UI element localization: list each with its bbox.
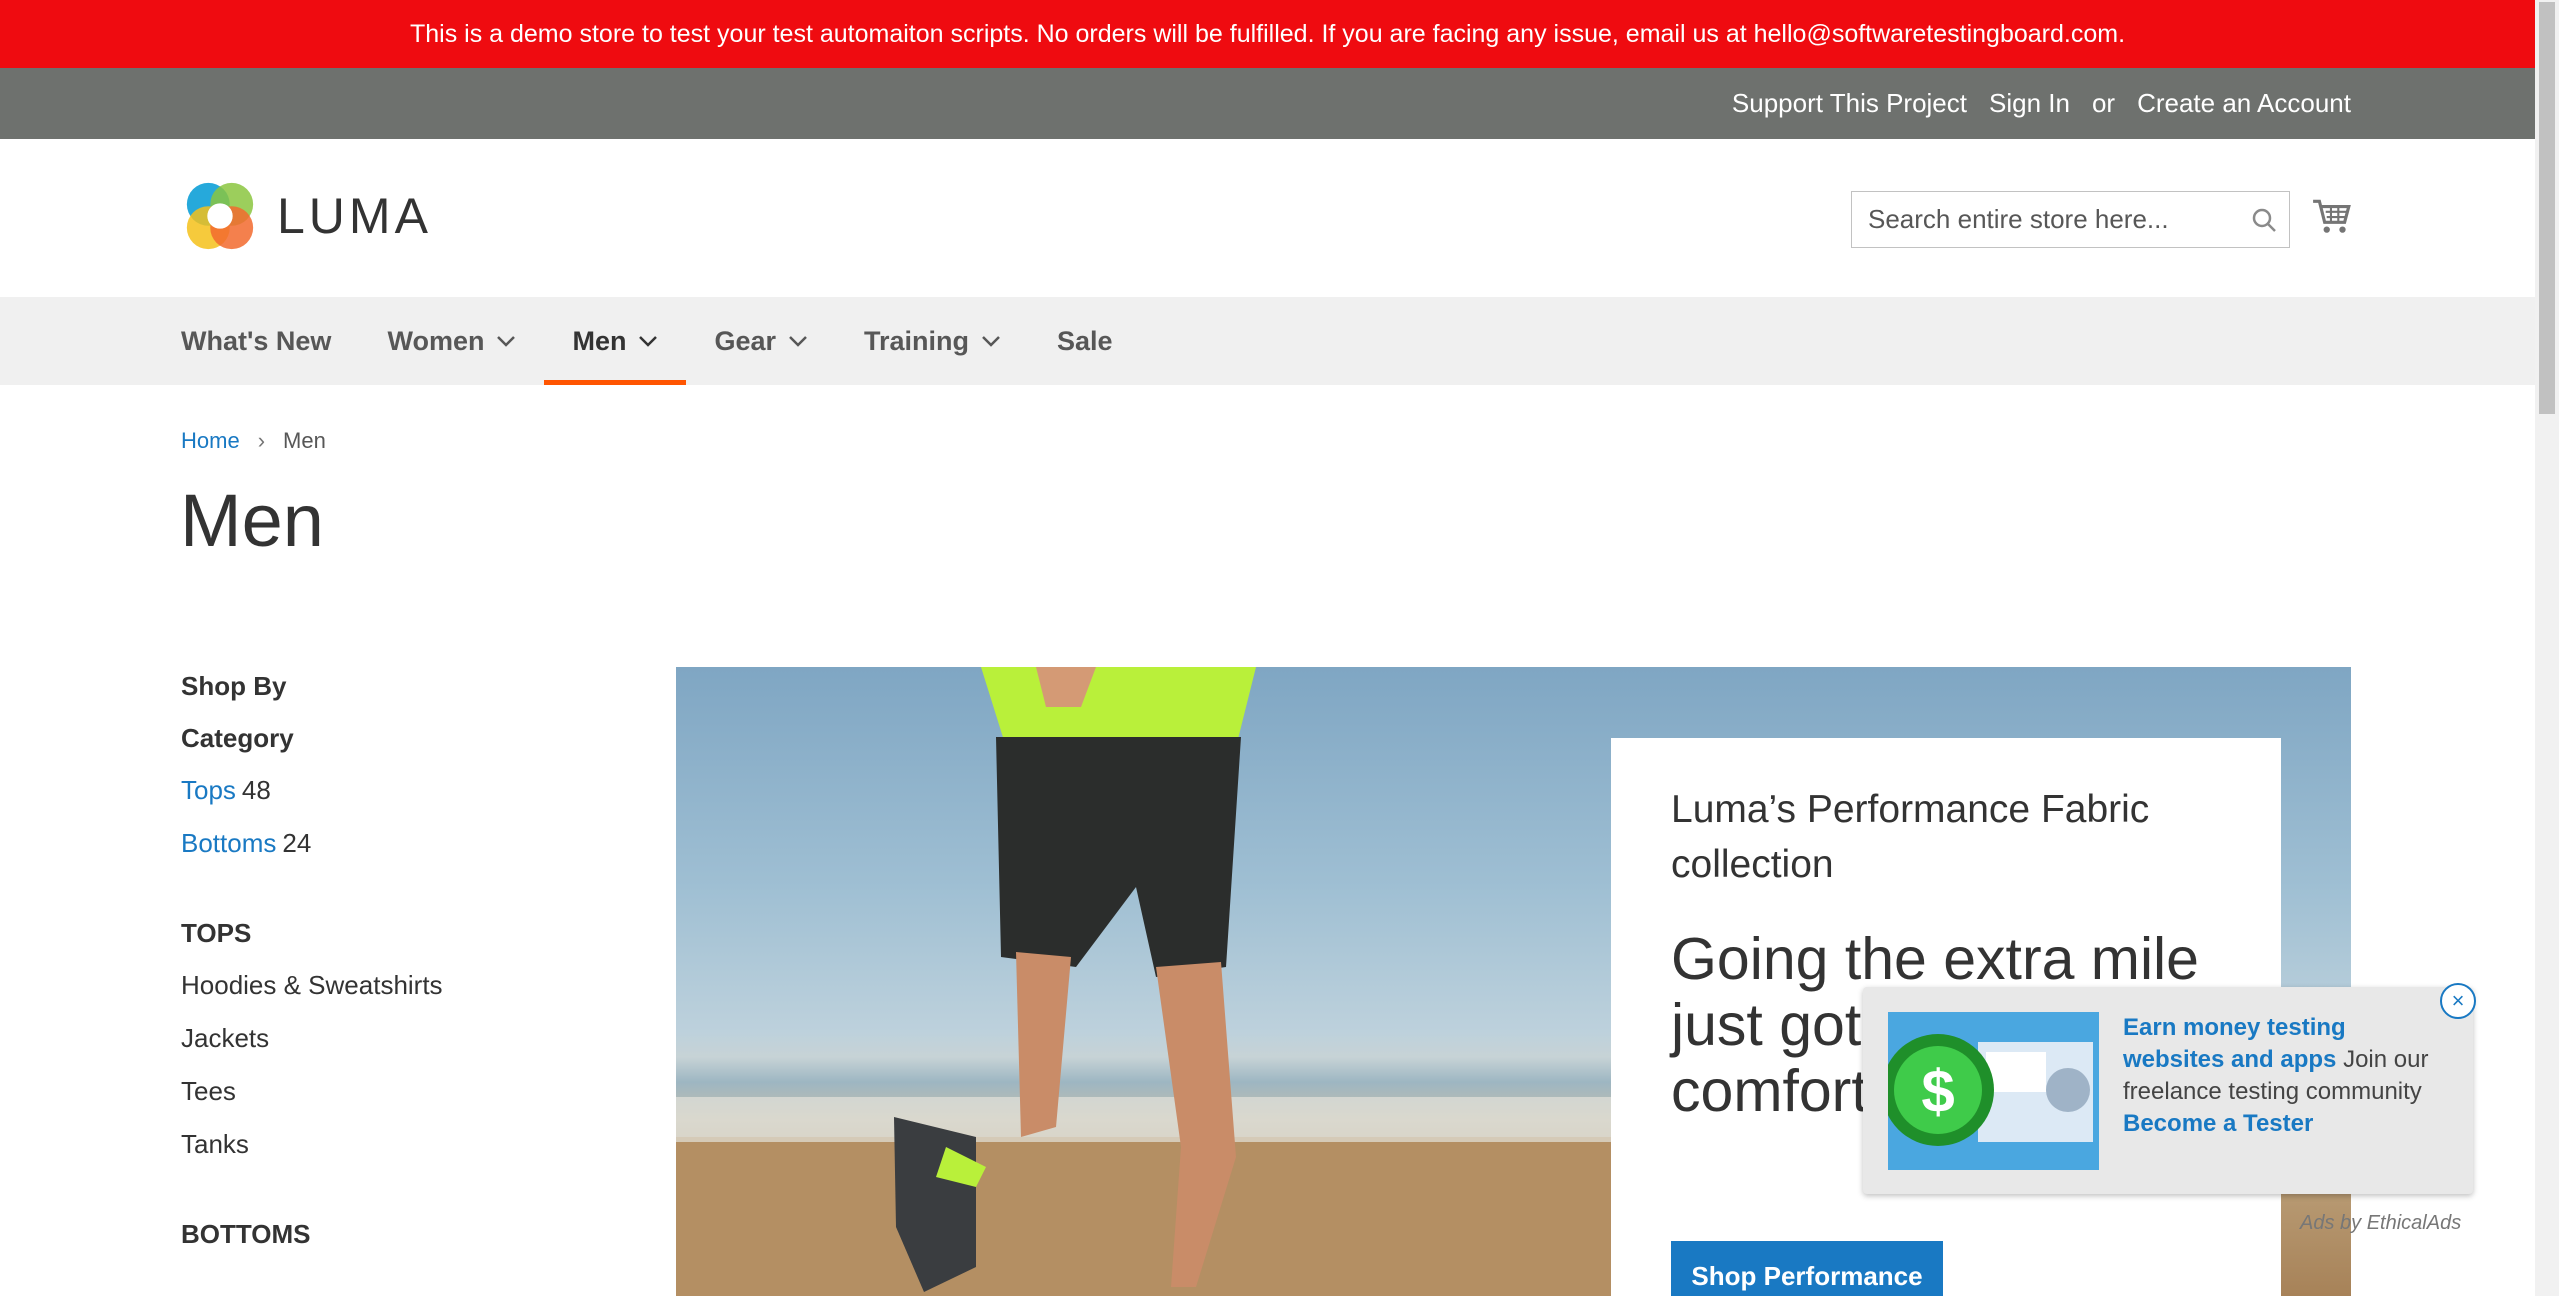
category-item-bottoms: Bottoms 24 [181, 824, 631, 862]
nav-item-gear[interactable]: Gear [686, 297, 836, 385]
hero-runner-image [676, 667, 1616, 1296]
ad-close-button[interactable]: × [2440, 983, 2476, 1019]
breadcrumb: Home › Men [181, 428, 326, 454]
nav-item-label: Men [572, 325, 627, 356]
top-links: Support This Project Sign In or Create a… [1732, 68, 2351, 139]
close-icon: × [2451, 988, 2465, 1013]
become-tester-link[interactable]: Become a Tester [2123, 1110, 2313, 1137]
shop-by-title: Shop By [181, 671, 287, 701]
top-bar: Support This Project Sign In or Create a… [0, 68, 2535, 139]
logo-text: LUMA [277, 188, 432, 244]
cart-icon[interactable] [2311, 195, 2353, 237]
nav-item-training[interactable]: Training [836, 297, 1029, 385]
hero-subtitle: Luma’s Performance Fabric collection [1671, 788, 2150, 886]
nav-item-label: Sale [1057, 325, 1113, 356]
breadcrumb-home-link[interactable]: Home [181, 428, 240, 454]
luma-logo[interactable]: LUMA [181, 177, 432, 255]
support-project-link[interactable]: Support This Project [1732, 88, 1967, 119]
chevron-down-icon [639, 336, 658, 347]
category-subtitle: Category [181, 723, 294, 753]
nav-item-label: What's New [181, 325, 332, 356]
nav-item-label: Women [387, 325, 485, 356]
category-link-tops[interactable]: Tops [181, 775, 236, 805]
chevron-down-icon [982, 336, 1000, 347]
sign-in-link[interactable]: Sign In [1989, 88, 2070, 119]
page-title: Men [180, 479, 324, 562]
breadcrumb-current: Men [283, 428, 326, 453]
category-count: 48 [241, 775, 271, 805]
sidebar-filters: Shop By Category Tops 48 Bottoms 24 TOPS H… [181, 667, 631, 1253]
sidebar-link-jackets[interactable]: Jackets [181, 1019, 631, 1057]
ethical-ad-popup: $ Earn money testing websites and apps J… [1863, 987, 2473, 1194]
sidebar-link-tanks[interactable]: Tanks [181, 1125, 631, 1163]
sidebar-link-hoodies[interactable]: Hoodies & Sweatshirts [181, 966, 631, 1004]
luma-logo-icon [186, 182, 254, 250]
demo-banner-text: This is a demo store to test your test a… [409, 20, 2126, 48]
header: LUMA [0, 139, 2535, 297]
create-account-link[interactable]: Create an Account [2137, 88, 2351, 119]
ad-text: Earn money testing websites and apps Joi… [2123, 1012, 2453, 1140]
page-scrollbar[interactable] [2535, 0, 2559, 1296]
or-separator: or [2091, 88, 2116, 118]
nav-item-sale[interactable]: Sale [1029, 297, 1141, 385]
nav-item-label: Training [864, 325, 970, 356]
svg-text:$: $ [1921, 1058, 1954, 1125]
breadcrumb-separator: › [257, 428, 266, 453]
shop-performance-button[interactable]: Shop Performance [1671, 1241, 1943, 1296]
category-link-bottoms[interactable]: Bottoms [181, 828, 276, 858]
ad-credit[interactable]: Ads by EthicalAds [2300, 1212, 2461, 1235]
chevron-down-icon [789, 336, 807, 347]
sidebar-link-tees[interactable]: Tees [181, 1072, 631, 1110]
hero-banner[interactable]: Luma’s Performance Fabric collection Goi… [676, 667, 2351, 1296]
nav-item-whats-new[interactable]: What's New [181, 297, 359, 385]
category-item-tops: Tops 48 [181, 771, 631, 809]
nav-item-men[interactable]: Men [544, 297, 687, 385]
main-nav: What's New Women Men Gear Training Sale [0, 297, 2535, 385]
search-icon[interactable] [2239, 192, 2289, 247]
ad-coin-illustration: $ [1888, 1012, 2099, 1170]
search-box [1851, 191, 2290, 248]
scrollbar-thumb[interactable] [2539, 2, 2555, 414]
demo-store-banner: This is a demo store to test your test a… [0, 0, 2535, 68]
nav-items: What's New Women Men Gear Training Sale [181, 297, 1141, 385]
nav-item-label: Gear [714, 325, 777, 356]
ad-image[interactable]: $ [1888, 1012, 2099, 1170]
tops-heading: TOPS [181, 918, 252, 948]
chevron-down-icon [497, 336, 516, 347]
category-count: 24 [282, 828, 312, 858]
ad-headline-link[interactable]: Earn money testing websites and apps [2123, 1014, 2346, 1073]
bottoms-heading: BOTTOMS [181, 1219, 311, 1249]
nav-item-women[interactable]: Women [359, 297, 544, 385]
search-input[interactable] [1852, 192, 2239, 247]
